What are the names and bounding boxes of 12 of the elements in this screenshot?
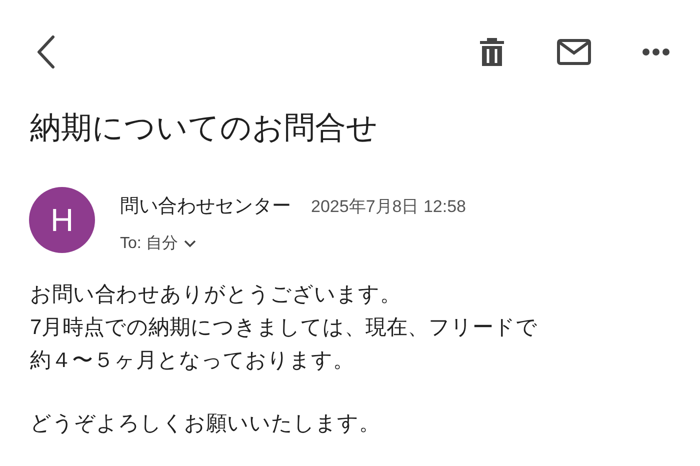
chevron-down-icon bbox=[184, 240, 196, 248]
more-icon bbox=[642, 48, 670, 56]
email-subject: 納期についてのお問合せ bbox=[29, 109, 379, 147]
trash-icon bbox=[479, 36, 505, 68]
recipient-toggle[interactable]: To: 自分 bbox=[120, 232, 196, 256]
message-paragraph: どうぞよろしくお願いいたします。 bbox=[30, 410, 381, 436]
message-paragraph: お問い合わせありがとうございます。 7月時点での納期につきましては、現在、フリードで 約４〜５ヶ月となっております。 bbox=[30, 282, 539, 374]
sender-name: 問い合わせセンター bbox=[120, 195, 291, 219]
email-date: 2025年7月8日 12:58 bbox=[311, 196, 466, 218]
sender-avatar: H bbox=[29, 187, 95, 253]
back-icon bbox=[36, 35, 56, 69]
mail-icon bbox=[557, 39, 591, 65]
